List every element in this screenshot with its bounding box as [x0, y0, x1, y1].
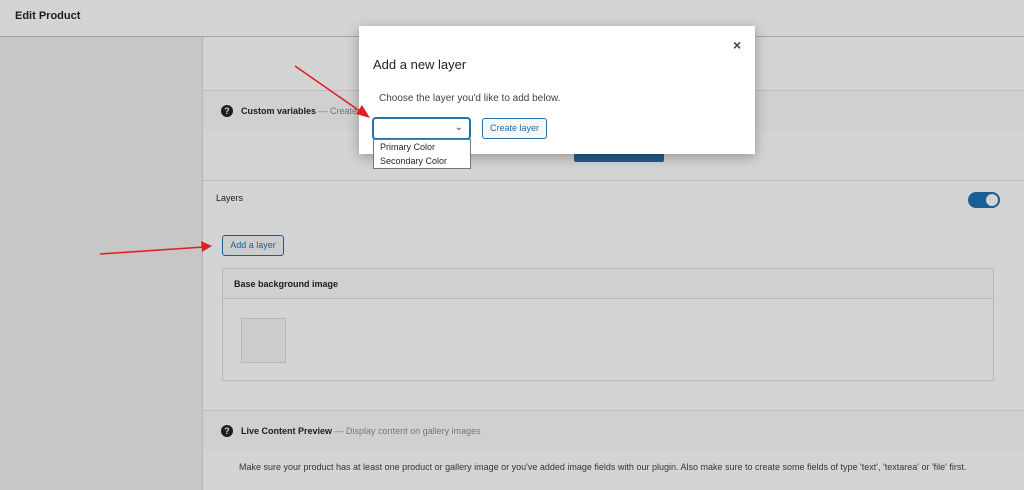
option-primary-color[interactable]: Primary Color — [380, 142, 435, 152]
modal-description: Choose the layer you'd like to add below… — [379, 93, 561, 104]
layer-select-dropdown: Primary Color Secondary Color — [373, 139, 471, 169]
option-secondary-color[interactable]: Secondary Color — [380, 156, 447, 166]
create-layer-button[interactable]: Create layer — [482, 118, 547, 139]
add-layer-modal: Add a new layer × Choose the layer you'd… — [359, 26, 755, 154]
chevron-down-icon: ⌄ — [454, 122, 463, 133]
close-icon[interactable]: × — [733, 38, 741, 52]
layer-select[interactable]: ⌄ — [373, 118, 470, 139]
modal-title: Add a new layer — [373, 57, 467, 72]
